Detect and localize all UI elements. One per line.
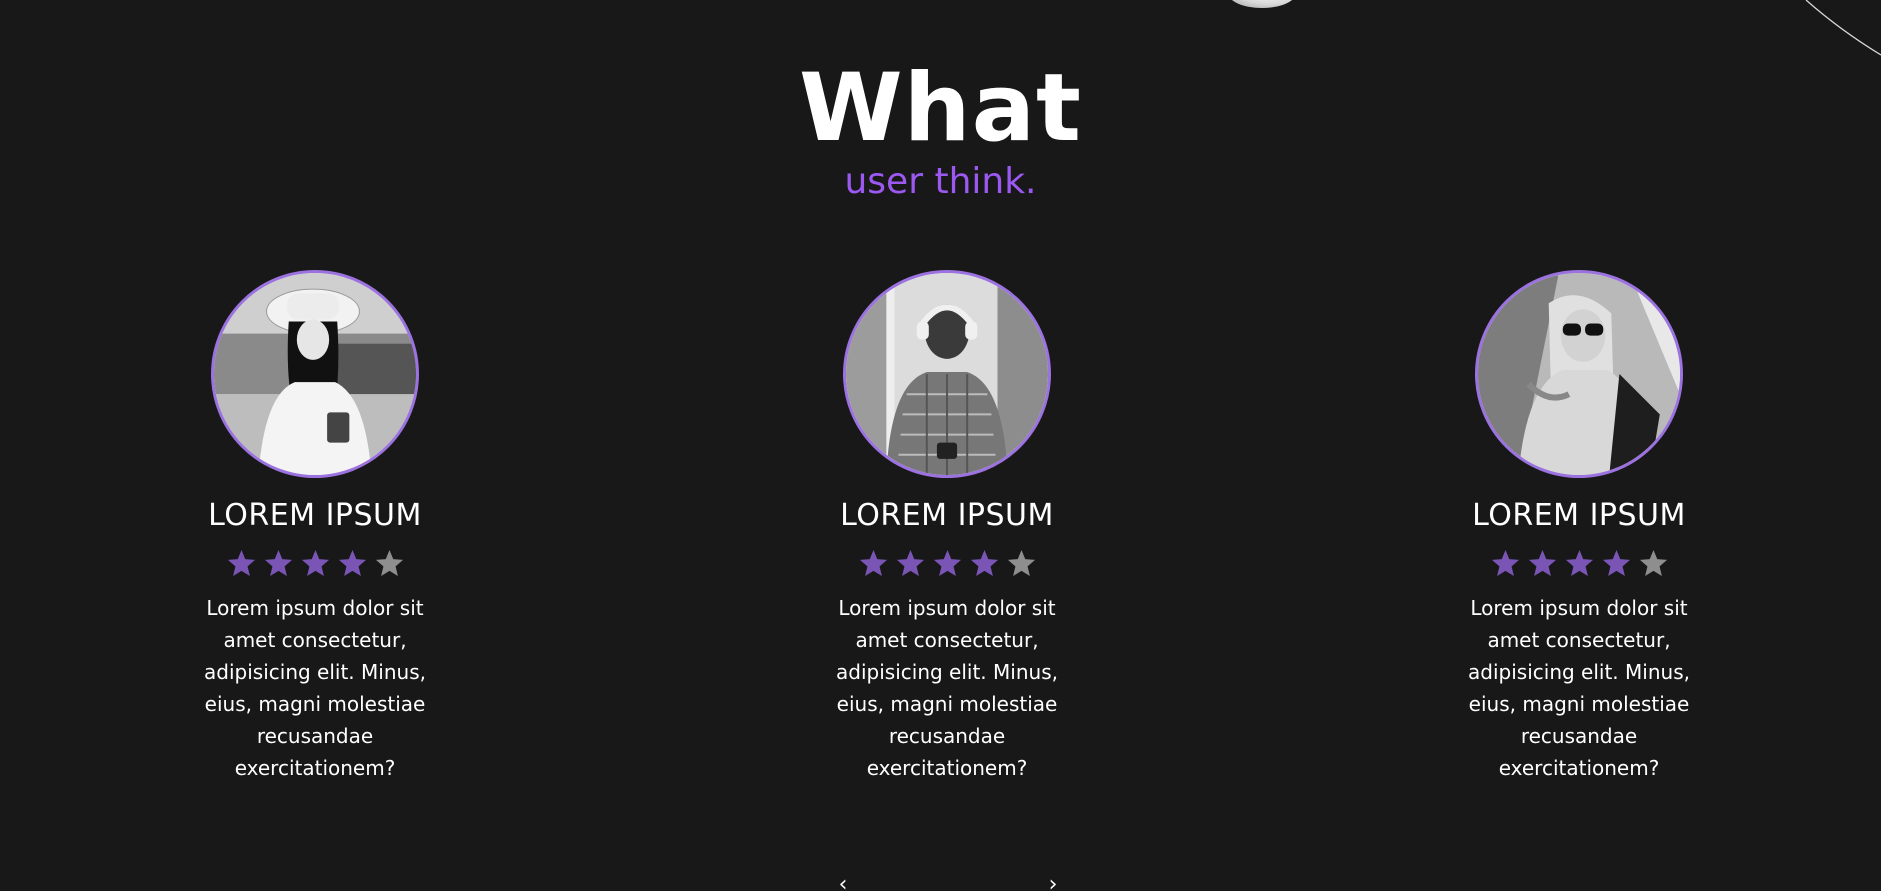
avatar <box>1475 270 1683 478</box>
woman-hat-photo <box>214 273 416 475</box>
star-filled-icon <box>227 549 255 577</box>
avatar <box>211 270 419 478</box>
star-rating <box>817 548 1077 582</box>
star-filled-icon <box>859 549 887 577</box>
star-filled-icon <box>1565 549 1593 577</box>
avatar <box>843 270 1051 478</box>
star-filled-icon <box>301 549 329 577</box>
testimonial-cards: LOREM IPSUM Lorem ipsum dolor sit amet c… <box>0 268 1881 808</box>
testimonial-card: LOREM IPSUM Lorem ipsum dolor sit amet c… <box>1449 268 1709 784</box>
testimonial-name: LOREM IPSUM <box>208 498 422 533</box>
star-rating <box>1449 548 1709 582</box>
star-filled-icon <box>1491 549 1519 577</box>
star-filled-icon <box>1528 549 1556 577</box>
testimonials-section: What user think. LOREM IPSUM Lorem ipsum… <box>0 0 1881 891</box>
section-title: What <box>799 54 1082 163</box>
section-subtitle: user think. <box>844 161 1037 202</box>
star-filled-icon <box>264 549 292 577</box>
star-filled-icon <box>338 549 366 577</box>
star-filled-icon <box>1602 549 1630 577</box>
star-empty-icon <box>375 549 403 577</box>
carousel-pager: ‹ › <box>0 874 1881 891</box>
star-empty-icon <box>1639 549 1667 577</box>
star-filled-icon <box>896 549 924 577</box>
star-empty-icon <box>1007 549 1035 577</box>
woman-sunglasses-photo <box>1478 273 1680 475</box>
star-rating <box>185 548 445 582</box>
testimonial-name: LOREM IPSUM <box>840 498 1054 533</box>
chevron-right-icon[interactable]: › <box>1046 874 1060 891</box>
testimonial-text: Lorem ipsum dolor sit amet consectetur, … <box>836 596 1058 780</box>
decorative-blob <box>1228 0 1296 8</box>
testimonial-card: LOREM IPSUM Lorem ipsum dolor sit amet c… <box>185 268 445 784</box>
man-headphones-photo <box>846 273 1048 475</box>
star-filled-icon <box>933 549 961 577</box>
testimonial-text: Lorem ipsum dolor sit amet consectetur, … <box>1468 596 1690 780</box>
testimonial-text: Lorem ipsum dolor sit amet consectetur, … <box>204 596 426 780</box>
testimonial-card: LOREM IPSUM Lorem ipsum dolor sit amet c… <box>817 268 1077 784</box>
section-heading: What user think. <box>0 62 1881 202</box>
chevron-left-icon[interactable]: ‹ <box>836 874 850 891</box>
star-filled-icon <box>970 549 998 577</box>
testimonial-name: LOREM IPSUM <box>1472 498 1686 533</box>
